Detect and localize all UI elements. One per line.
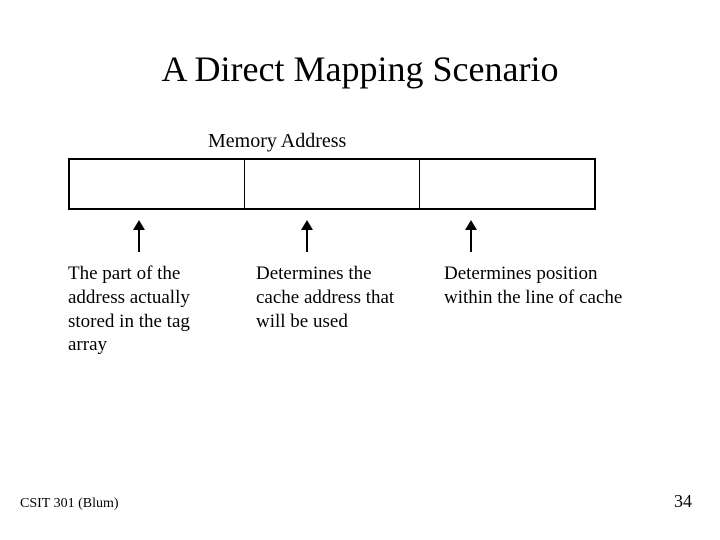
memory-address-box (68, 158, 596, 210)
description-tag: The part of the address actually stored … (68, 262, 218, 357)
descriptions-row: The part of the address actually stored … (68, 262, 638, 357)
slide-title: A Direct Mapping Scenario (0, 48, 720, 90)
description-line: Determines the cache address that will b… (256, 262, 406, 357)
description-word: Determines position within the line of c… (444, 262, 624, 357)
address-segment-tag (70, 160, 244, 208)
address-segment-word (419, 160, 594, 208)
arrow-tag (138, 222, 140, 252)
arrow-word (470, 222, 472, 252)
address-segment-line (244, 160, 419, 208)
footer-course: CSIT 301 (Blum) (20, 496, 119, 512)
arrow-line (306, 222, 308, 252)
memory-address-label: Memory Address (208, 130, 346, 153)
footer-page-number: 34 (674, 491, 692, 512)
